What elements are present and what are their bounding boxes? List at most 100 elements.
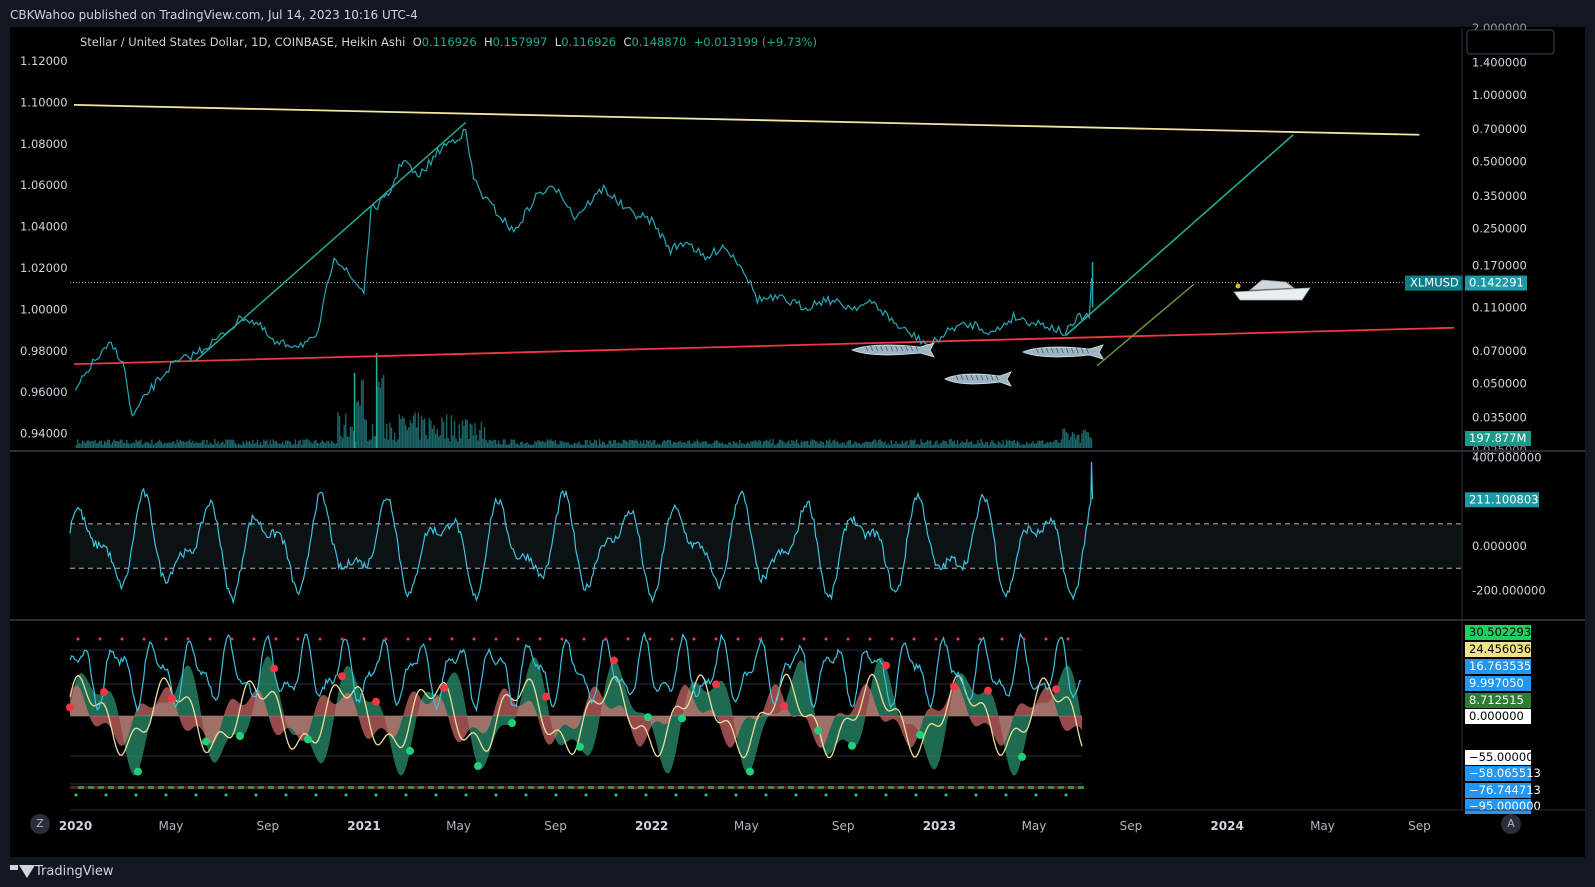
pane-separator-2[interactable] (10, 619, 1585, 621)
osc2-bottom-marker (884, 793, 888, 797)
volume-bar (1090, 438, 1093, 448)
volume-bar (124, 442, 126, 448)
volume-bar (767, 441, 769, 448)
osc2-top-marker (1022, 637, 1026, 641)
osc2-red-dot (984, 686, 992, 695)
volume-bar (961, 440, 963, 448)
volume-bar (222, 441, 224, 448)
volume-bar (985, 442, 987, 448)
volume-bar (1030, 442, 1033, 448)
osc2-top-marker (890, 637, 894, 641)
ohlc-legend: Stellar / United States Dollar, 1D, COIN… (80, 35, 817, 49)
volume-bar (168, 442, 170, 448)
volume-bar (348, 437, 350, 448)
osc2-value-tag: 8.712515 (1469, 693, 1524, 707)
volume-bar (472, 435, 475, 448)
volume-bar (1070, 436, 1072, 448)
tradingview-logo[interactable]: TradingView (10, 864, 114, 879)
volume-bar (321, 439, 323, 448)
osc2-strip-segment (578, 786, 584, 789)
volume-bar (540, 441, 542, 448)
volume-bar (950, 439, 952, 448)
volume-bar (479, 429, 481, 448)
volume-bar (297, 440, 300, 448)
osc2-strip-segment (548, 786, 554, 789)
volume-bar (1027, 444, 1030, 448)
volume-bar (863, 442, 866, 448)
volume-bar (814, 440, 817, 448)
volume-bar (695, 441, 697, 448)
osc2-green-dot (406, 746, 414, 755)
volume-bar (745, 443, 747, 448)
osc2-strip-segment (1078, 786, 1084, 789)
volume-bar (471, 424, 473, 448)
volume-bar (696, 439, 699, 448)
right-axis-label: 0.700000 (1472, 122, 1527, 136)
volume-bar (994, 443, 996, 448)
osc2-strip-segment (918, 786, 924, 789)
right-axis-label: 0.500000 (1472, 155, 1527, 169)
osc2-top-marker (494, 637, 498, 641)
price-series (70, 128, 1462, 417)
volume-bar (289, 442, 292, 448)
volume-bar (428, 417, 431, 448)
volume-bar (266, 439, 268, 448)
volume-bar (135, 439, 137, 448)
osc2-strip-segment (98, 786, 104, 789)
volume-bar (89, 441, 92, 448)
osc2-strip-segment (358, 786, 364, 789)
volume-bar (537, 440, 539, 448)
osc2-strip-segment (488, 786, 494, 789)
volume-bar (111, 441, 114, 448)
volume-bar (882, 442, 885, 448)
pane-separator-1[interactable] (10, 450, 1585, 452)
volume-bar (750, 441, 752, 448)
volume-bar (616, 443, 618, 448)
volume-bar (393, 432, 396, 448)
volume-bar (319, 442, 322, 448)
volume-bar (909, 440, 911, 448)
volume-bar (693, 441, 695, 448)
osc2-strip-segment (898, 786, 904, 789)
volume-bar (83, 441, 85, 448)
volume-bar (226, 439, 229, 448)
chart-svg[interactable]: 400.0000000.000000-200.000000211.100803 … (0, 0, 1595, 887)
volume-bar (832, 440, 834, 448)
volume-bar (212, 444, 215, 448)
auto-scale-button[interactable]: A (1501, 814, 1521, 834)
volume-bar (1081, 432, 1083, 448)
volume-bar (107, 439, 109, 448)
osc2-strip-segment (418, 786, 424, 789)
volume-bar (672, 441, 675, 448)
osc2-strip-segment (858, 786, 864, 789)
volume-bar (658, 443, 661, 448)
volume-bar (747, 442, 749, 448)
volume-bar (176, 439, 178, 448)
osc2-value-tag: 30.502293 (1469, 625, 1531, 639)
volume-bar (368, 439, 371, 448)
volume-bar (458, 424, 460, 448)
volume-bar (346, 436, 349, 448)
volume-bar (548, 440, 550, 448)
volume-bar (148, 442, 150, 448)
volume-bar (144, 441, 147, 448)
osc2-strip-segment (508, 786, 514, 789)
volume-bar (371, 423, 374, 448)
volume-bar (211, 444, 213, 448)
osc2-strip-segment (478, 786, 484, 789)
volume-bar (263, 439, 265, 448)
volume-bar (803, 441, 806, 448)
osc2-top-marker (1066, 637, 1070, 641)
volume-bar (628, 439, 631, 448)
osc2-value-tag: −58.065513 (1469, 766, 1541, 780)
osc2-strip-segment (1018, 786, 1024, 789)
volume-bar (121, 439, 123, 448)
volume-bar (403, 417, 405, 448)
volume-bar (843, 442, 845, 448)
volume-bar (99, 440, 101, 448)
volume-bar (146, 441, 148, 448)
volume-bar (980, 439, 982, 448)
volume-bar (162, 444, 164, 448)
scale-z-button[interactable]: Z (30, 814, 50, 834)
volume-bar (953, 440, 955, 448)
